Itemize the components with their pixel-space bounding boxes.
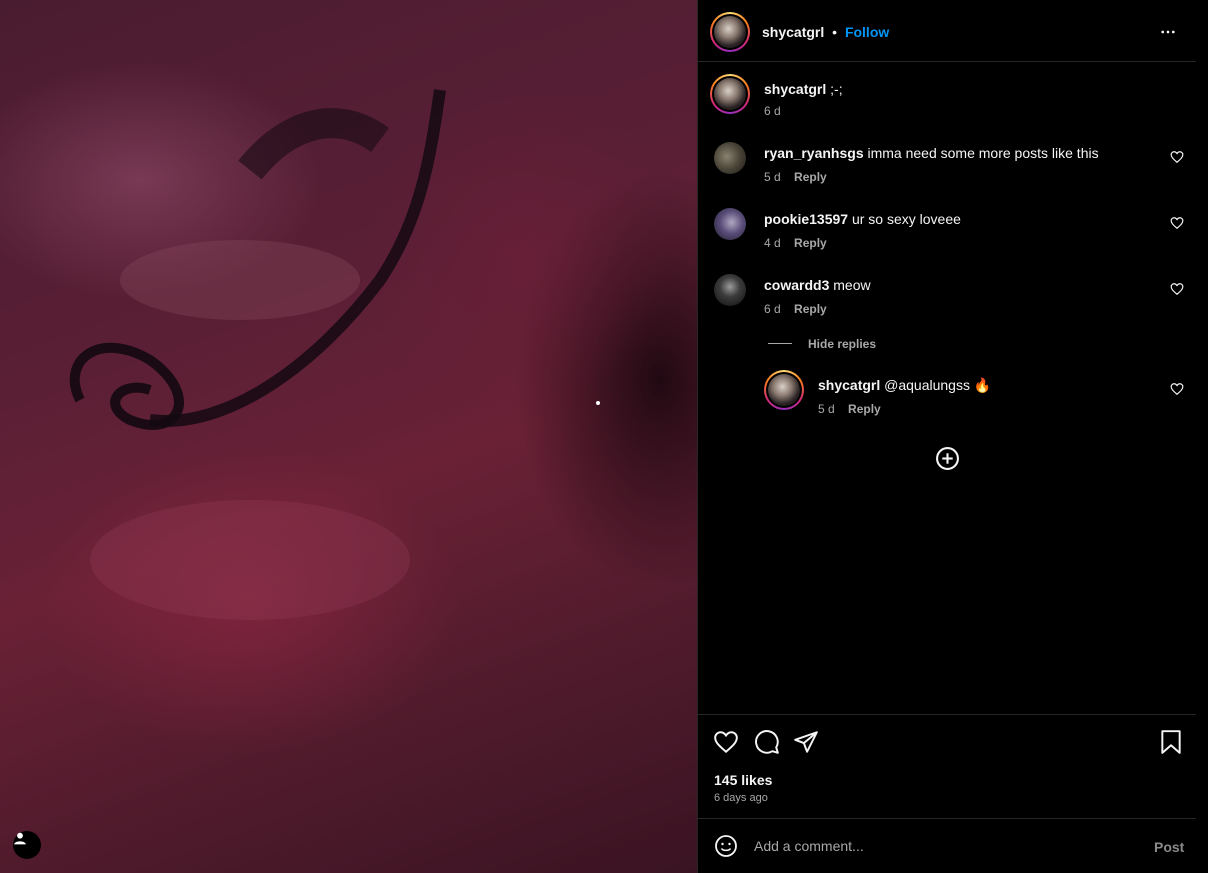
emoji-icon[interactable] xyxy=(714,834,738,858)
reply-button[interactable]: Reply xyxy=(794,170,827,184)
reply-button[interactable]: Reply xyxy=(848,402,881,416)
caption-age: 6 d xyxy=(764,104,781,118)
caption-username[interactable]: shycatgrl xyxy=(764,81,826,97)
bookmark-icon[interactable] xyxy=(1158,729,1184,755)
comment-username[interactable]: cowardd3 xyxy=(764,277,829,293)
reply-text: @aqualungss 🔥 xyxy=(884,377,992,393)
separator-dot: • xyxy=(832,24,838,40)
post-actions: 145 likes 6 days ago xyxy=(698,714,1196,818)
post-header: shycatgrl • Follow xyxy=(698,0,1196,62)
post-media[interactable] xyxy=(0,0,697,873)
comment-icon[interactable] xyxy=(754,729,780,755)
reply-button[interactable]: Reply xyxy=(794,302,827,316)
caption-avatar[interactable] xyxy=(710,74,750,114)
comment-like-icon[interactable] xyxy=(1170,382,1184,396)
comment-avatar[interactable] xyxy=(714,274,746,306)
user-tag-icon xyxy=(14,832,26,845)
comment: ryan_ryanhsgs imma need some more posts … xyxy=(764,144,1099,162)
add-circle-icon[interactable] xyxy=(935,446,960,471)
comment-like-icon[interactable] xyxy=(1170,282,1184,296)
comment-text: imma need some more posts like this xyxy=(867,145,1099,161)
comment-text: meow xyxy=(833,277,871,293)
comment-avatar[interactable] xyxy=(714,208,746,240)
caption-text: ;-; xyxy=(830,81,843,97)
comment-age: 6 d xyxy=(764,302,781,316)
likes-count[interactable]: 145 likes xyxy=(714,771,772,789)
reply-username[interactable]: shycatgrl xyxy=(818,377,880,393)
comment-avatar[interactable] xyxy=(714,142,746,174)
comment-composer: Post xyxy=(698,818,1196,873)
replies-line xyxy=(768,343,792,344)
comment: cowardd3 meow xyxy=(764,276,871,294)
reply-button[interactable]: Reply xyxy=(794,236,827,250)
comment-username[interactable]: pookie13597 xyxy=(764,211,848,227)
comment-username[interactable]: ryan_ryanhsgs xyxy=(764,145,864,161)
comment-like-icon[interactable] xyxy=(1170,216,1184,230)
comment-like-icon[interactable] xyxy=(1170,150,1184,164)
share-icon[interactable] xyxy=(793,729,819,755)
author-avatar[interactable] xyxy=(710,12,750,52)
post-comment-button[interactable]: Post xyxy=(1154,838,1184,856)
comments-panel: shycatgrl • Follow shycatgrl ;-; 6 d rya… xyxy=(698,0,1196,873)
caption: shycatgrl ;-; xyxy=(764,80,843,98)
comment-age: 4 d xyxy=(764,236,781,250)
reply-avatar[interactable] xyxy=(764,370,804,410)
post-photo xyxy=(69,89,600,620)
author-username[interactable]: shycatgrl xyxy=(762,24,824,40)
comment: pookie13597 ur so sexy loveee xyxy=(764,210,961,228)
heart-icon[interactable] xyxy=(713,729,739,755)
comment-text: ur so sexy loveee xyxy=(851,211,961,227)
hide-replies-button[interactable]: Hide replies xyxy=(808,337,876,351)
comment-age: 5 d xyxy=(764,170,781,184)
more-options-icon[interactable] xyxy=(1159,23,1177,41)
post-age: 6 days ago xyxy=(714,792,768,804)
user-tag-button[interactable] xyxy=(13,831,41,859)
reply-comment: shycatgrl @aqualungss 🔥 xyxy=(818,376,991,394)
follow-button[interactable]: Follow xyxy=(845,24,889,40)
comment-input[interactable] xyxy=(754,835,1114,857)
reply-age: 5 d xyxy=(818,402,835,416)
